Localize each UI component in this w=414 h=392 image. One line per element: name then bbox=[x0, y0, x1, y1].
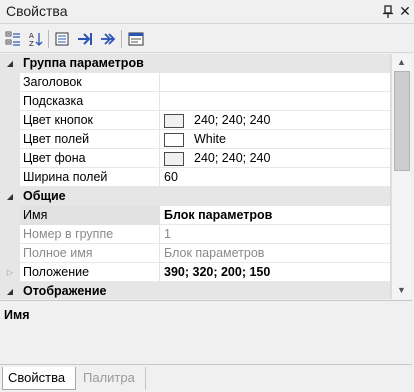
property-value[interactable]: 60 bbox=[161, 168, 390, 187]
property-name: Имя bbox=[20, 206, 160, 225]
panel-titlebar: Свойства ✕ bbox=[0, 0, 414, 24]
property-value-text: White bbox=[194, 132, 226, 146]
category-title: Группа параметров bbox=[23, 56, 144, 70]
scrollbar-thumb[interactable] bbox=[394, 71, 410, 171]
property-value[interactable]: 390; 320; 200; 150 bbox=[161, 263, 390, 282]
scroll-up-icon[interactable]: ▲ bbox=[392, 54, 411, 71]
property-row[interactable]: Цвет полей White bbox=[0, 130, 390, 149]
property-pages-icon bbox=[55, 32, 69, 46]
row-gutter bbox=[0, 149, 20, 168]
property-value-text: 240; 240; 240 bbox=[194, 113, 271, 127]
category-row[interactable]: ◢ Отображение bbox=[0, 282, 390, 299]
property-value[interactable]: White bbox=[161, 130, 390, 149]
property-value-text: Блок параметров bbox=[164, 246, 265, 260]
svg-text:Z: Z bbox=[29, 40, 34, 47]
toolbar-separator bbox=[48, 30, 49, 48]
property-row-selected[interactable]: Имя Блок параметров bbox=[0, 206, 390, 225]
color-swatch bbox=[164, 132, 184, 147]
panel-tabs: Свойства Палитра bbox=[0, 367, 414, 392]
double-arrow-right-icon bbox=[101, 33, 116, 45]
row-gutter bbox=[0, 225, 20, 244]
window-properties-icon bbox=[128, 32, 144, 46]
property-value: Блок параметров bbox=[161, 244, 390, 263]
window-properties-button[interactable] bbox=[125, 28, 147, 50]
property-name: Полное имя bbox=[20, 244, 160, 263]
property-value[interactable]: 240; 240; 240 bbox=[161, 111, 390, 130]
row-gutter bbox=[0, 206, 20, 225]
toolbar-separator bbox=[121, 30, 122, 48]
categorized-view-button[interactable] bbox=[2, 28, 24, 50]
property-grid: ◢ Группа параметров Заголовок Подсказка … bbox=[0, 54, 391, 299]
property-value-text: Блок параметров bbox=[164, 208, 273, 222]
property-value-text: 60 bbox=[164, 170, 178, 184]
property-row-readonly[interactable]: Полное имя Блок параметров bbox=[0, 244, 390, 263]
svg-text:A: A bbox=[29, 32, 34, 40]
go-to-next-button[interactable] bbox=[74, 28, 96, 50]
property-row[interactable]: Заголовок bbox=[0, 73, 390, 92]
property-row[interactable]: Ширина полей 60 bbox=[0, 168, 390, 187]
alphabetical-sort-button[interactable]: A Z bbox=[25, 28, 47, 50]
row-gutter bbox=[0, 111, 20, 130]
category-title: Общие bbox=[23, 189, 66, 203]
panel-title: Свойства bbox=[6, 3, 68, 19]
row-gutter bbox=[0, 73, 20, 92]
property-value[interactable]: Блок параметров bbox=[161, 206, 390, 225]
categorized-view-icon bbox=[5, 31, 20, 46]
property-value-text: 240; 240; 240 bbox=[194, 151, 271, 165]
property-value-text: 390; 320; 200; 150 bbox=[164, 265, 271, 279]
property-value: 1 bbox=[161, 225, 390, 244]
row-gutter bbox=[0, 244, 20, 263]
scroll-down-icon[interactable]: ▼ bbox=[392, 282, 411, 299]
property-name: Цвет полей bbox=[20, 130, 160, 149]
tab-palette[interactable]: Палитра bbox=[78, 367, 146, 390]
category-title: Отображение bbox=[23, 284, 107, 298]
color-swatch bbox=[164, 151, 184, 166]
description-panel: Имя bbox=[0, 300, 412, 365]
color-swatch bbox=[164, 113, 184, 128]
tab-properties[interactable]: Свойства bbox=[2, 367, 76, 390]
property-pages-button[interactable] bbox=[51, 28, 73, 50]
properties-toolbar: A Z bbox=[0, 25, 414, 53]
property-row[interactable]: Цвет кнопок 240; 240; 240 bbox=[0, 111, 390, 130]
property-value[interactable]: 240; 240; 240 bbox=[161, 149, 390, 168]
category-row[interactable]: ◢ Группа параметров bbox=[0, 54, 390, 73]
property-name: Положение bbox=[20, 263, 160, 282]
property-value[interactable] bbox=[161, 92, 390, 111]
property-row-readonly[interactable]: Номер в группе 1 bbox=[0, 225, 390, 244]
property-name: Номер в группе bbox=[20, 225, 160, 244]
category-row[interactable]: ◢ Общие bbox=[0, 187, 390, 206]
expand-icon[interactable]: ▷ bbox=[5, 268, 15, 278]
property-name: Ширина полей bbox=[20, 168, 160, 187]
property-row[interactable]: Цвет фона 240; 240; 240 bbox=[0, 149, 390, 168]
property-name: Цвет фона bbox=[20, 149, 160, 168]
property-row[interactable]: Подсказка bbox=[0, 92, 390, 111]
collapse-icon[interactable]: ◢ bbox=[5, 287, 15, 297]
property-value-text: 1 bbox=[164, 227, 171, 241]
description-title: Имя bbox=[4, 308, 30, 322]
property-name: Подсказка bbox=[20, 92, 160, 111]
go-to-last-button[interactable] bbox=[97, 28, 119, 50]
property-value[interactable] bbox=[161, 73, 390, 92]
row-gutter: ▷ bbox=[0, 263, 20, 282]
collapse-icon[interactable]: ◢ bbox=[5, 59, 15, 69]
property-name: Цвет кнопок bbox=[20, 111, 160, 130]
row-gutter bbox=[0, 92, 20, 111]
property-row[interactable]: ▷ Положение 390; 320; 200; 150 bbox=[0, 263, 390, 282]
property-name: Заголовок bbox=[20, 73, 160, 92]
collapse-icon[interactable]: ◢ bbox=[5, 192, 15, 202]
row-gutter bbox=[0, 168, 20, 187]
row-gutter bbox=[0, 130, 20, 149]
arrow-right-icon bbox=[78, 33, 92, 45]
close-icon[interactable]: ✕ bbox=[398, 3, 412, 19]
alphabetical-sort-icon: A Z bbox=[29, 32, 43, 47]
vertical-scrollbar[interactable]: ▲ ▼ bbox=[391, 54, 411, 299]
pin-icon[interactable] bbox=[382, 5, 394, 19]
